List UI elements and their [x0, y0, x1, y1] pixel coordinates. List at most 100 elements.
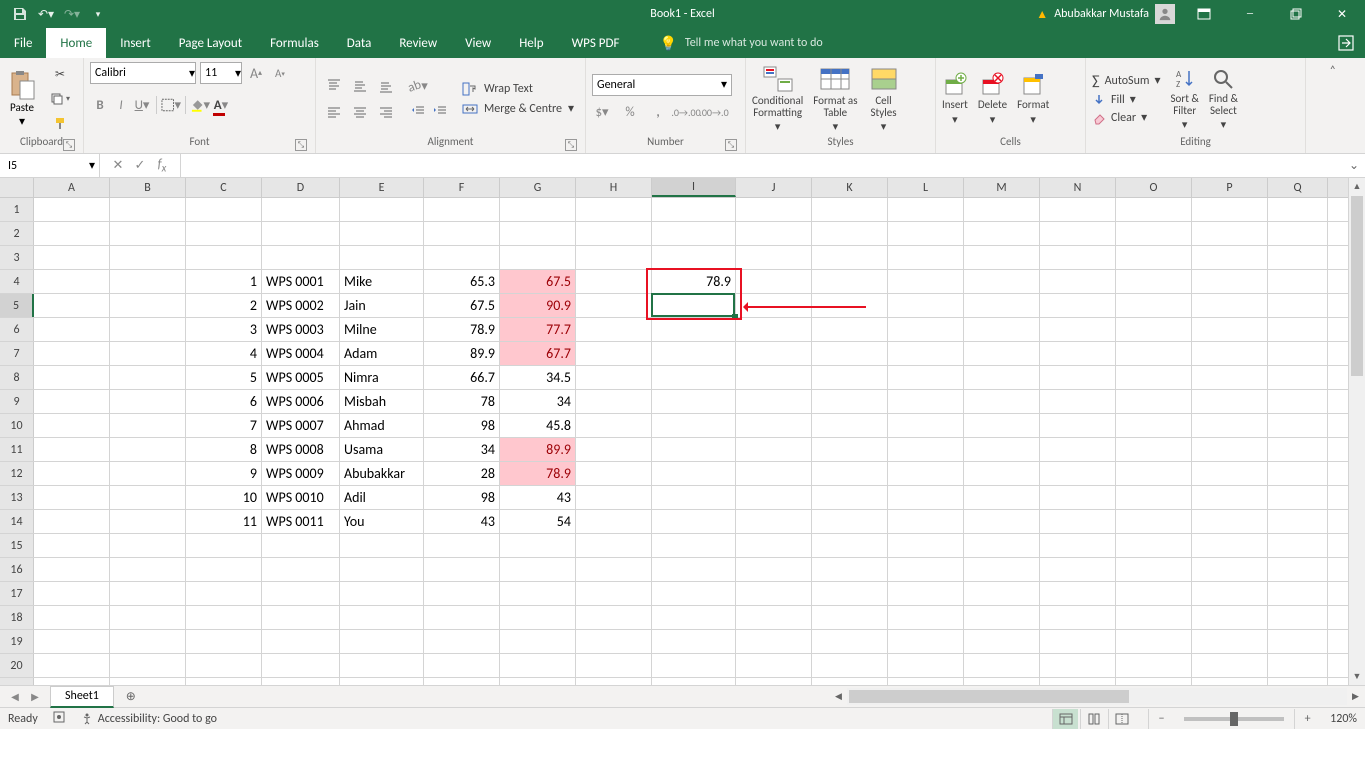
cell-G13[interactable]: 43 [500, 486, 576, 509]
orientation-button[interactable]: ab▾ [408, 76, 428, 98]
cell-I11[interactable] [652, 438, 736, 461]
cell-B7[interactable] [110, 342, 186, 365]
cell-C12[interactable]: 9 [186, 462, 262, 485]
cell-L4[interactable] [888, 270, 964, 293]
row-header-15[interactable]: 15 [0, 534, 34, 557]
cell-H14[interactable] [576, 510, 652, 533]
cell-E15[interactable] [340, 534, 424, 557]
cell-I17[interactable] [652, 582, 736, 605]
cell-M11[interactable] [964, 438, 1040, 461]
cell-A7[interactable] [34, 342, 110, 365]
cell-F15[interactable] [424, 534, 500, 557]
cell-I13[interactable] [652, 486, 736, 509]
cell-P13[interactable] [1192, 486, 1268, 509]
cell-I21[interactable] [652, 678, 736, 685]
cell-G2[interactable] [500, 222, 576, 245]
cell-A2[interactable] [34, 222, 110, 245]
tab-insert[interactable]: Insert [106, 28, 165, 58]
row-header-4[interactable]: 4 [0, 270, 34, 293]
cell-A18[interactable] [34, 606, 110, 629]
row-header-18[interactable]: 18 [0, 606, 34, 629]
cell-G20[interactable] [500, 654, 576, 677]
cell-J20[interactable] [736, 654, 812, 677]
cell-O6[interactable] [1116, 318, 1192, 341]
cell-E5[interactable]: Jain [340, 294, 424, 317]
zoom-in-button[interactable]: + [1294, 709, 1320, 729]
cell-G9[interactable]: 34 [500, 390, 576, 413]
row-header-8[interactable]: 8 [0, 366, 34, 389]
cell-Q14[interactable] [1268, 510, 1328, 533]
cell-B2[interactable] [110, 222, 186, 245]
cell-P21[interactable] [1192, 678, 1268, 685]
cell-J2[interactable] [736, 222, 812, 245]
cell-J17[interactable] [736, 582, 812, 605]
cell-N3[interactable] [1040, 246, 1116, 269]
cell-B16[interactable] [110, 558, 186, 581]
tab-help[interactable]: Help [505, 28, 557, 58]
cell-K10[interactable] [812, 414, 888, 437]
cell-styles-button[interactable]: Cell Styles▾ [868, 65, 900, 133]
cell-J1[interactable] [736, 198, 812, 221]
cell-J6[interactable] [736, 318, 812, 341]
cell-C16[interactable] [186, 558, 262, 581]
cell-O17[interactable] [1116, 582, 1192, 605]
cell-F6[interactable]: 78.9 [424, 318, 500, 341]
cell-B11[interactable] [110, 438, 186, 461]
expand-formula-bar-button[interactable]: ⌄ [1343, 154, 1365, 177]
align-top-button[interactable] [322, 74, 346, 98]
cell-A16[interactable] [34, 558, 110, 581]
cell-K2[interactable] [812, 222, 888, 245]
wrap-text-button[interactable]: Wrap Text [462, 81, 574, 97]
column-header-C[interactable]: C [186, 178, 262, 197]
alignment-dialog-launcher[interactable]: ⤡ [565, 139, 577, 151]
cell-Q8[interactable] [1268, 366, 1328, 389]
cell-M19[interactable] [964, 630, 1040, 653]
cell-G1[interactable] [500, 198, 576, 221]
cell-H16[interactable] [576, 558, 652, 581]
row-header-14[interactable]: 14 [0, 510, 34, 533]
cell-P4[interactable] [1192, 270, 1268, 293]
cell-M15[interactable] [964, 534, 1040, 557]
cell-I8[interactable] [652, 366, 736, 389]
cell-D1[interactable] [262, 198, 340, 221]
cell-O10[interactable] [1116, 414, 1192, 437]
cell-I10[interactable] [652, 414, 736, 437]
cell-N1[interactable] [1040, 198, 1116, 221]
cell-G11[interactable]: 89.9 [500, 438, 576, 461]
cell-D8[interactable]: WPS 0005 [262, 366, 340, 389]
cell-M5[interactable] [964, 294, 1040, 317]
cell-O15[interactable] [1116, 534, 1192, 557]
tab-view[interactable]: View [451, 28, 505, 58]
column-header-H[interactable]: H [576, 178, 652, 197]
zoom-level[interactable]: 120% [1322, 712, 1357, 726]
cell-P8[interactable] [1192, 366, 1268, 389]
cell-G12[interactable]: 78.9 [500, 462, 576, 485]
cell-A6[interactable] [34, 318, 110, 341]
cell-J11[interactable] [736, 438, 812, 461]
cell-N11[interactable] [1040, 438, 1116, 461]
cell-L14[interactable] [888, 510, 964, 533]
cell-A20[interactable] [34, 654, 110, 677]
page-layout-view-button[interactable] [1080, 709, 1106, 729]
cell-N18[interactable] [1040, 606, 1116, 629]
cell-M1[interactable] [964, 198, 1040, 221]
cell-I2[interactable] [652, 222, 736, 245]
cell-N2[interactable] [1040, 222, 1116, 245]
share-button[interactable] [1337, 28, 1365, 58]
cell-F3[interactable] [424, 246, 500, 269]
cell-K16[interactable] [812, 558, 888, 581]
align-bottom-button[interactable] [374, 74, 398, 98]
accessibility-status[interactable]: Accessibility: Good to go [80, 712, 217, 726]
cell-H3[interactable] [576, 246, 652, 269]
cell-E11[interactable]: Usama [340, 438, 424, 461]
cell-H6[interactable] [576, 318, 652, 341]
cell-A19[interactable] [34, 630, 110, 653]
cell-B12[interactable] [110, 462, 186, 485]
cell-O7[interactable] [1116, 342, 1192, 365]
cell-P15[interactable] [1192, 534, 1268, 557]
cell-Q12[interactable] [1268, 462, 1328, 485]
tab-formulas[interactable]: Formulas [256, 28, 333, 58]
cell-J13[interactable] [736, 486, 812, 509]
cell-N7[interactable] [1040, 342, 1116, 365]
cell-L1[interactable] [888, 198, 964, 221]
